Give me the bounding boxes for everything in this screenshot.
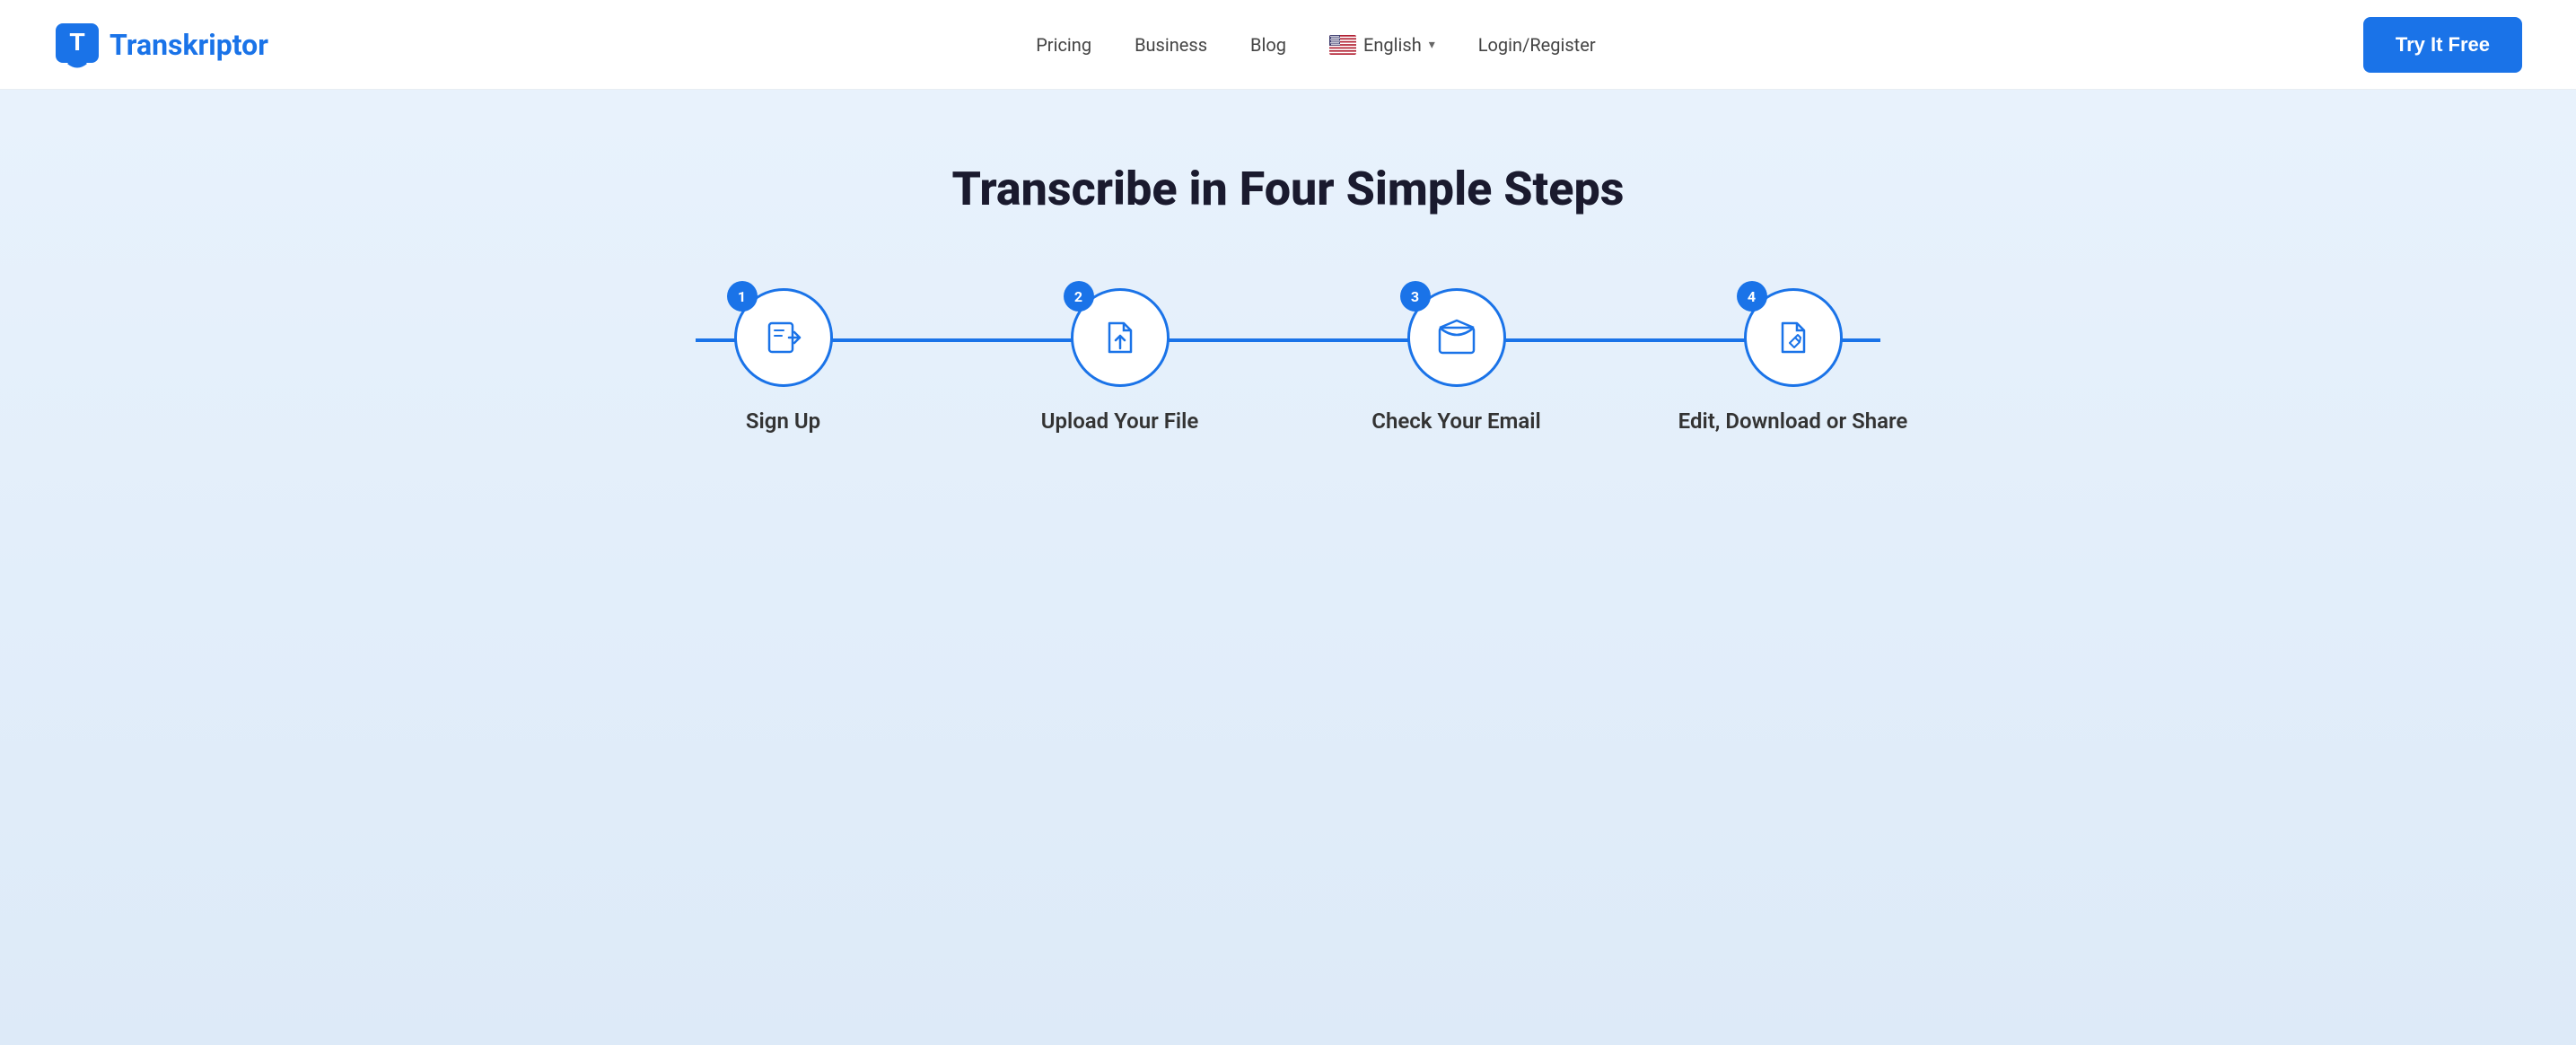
step-4: 4 Edit, Download or Share bbox=[1625, 288, 1961, 434]
step-3-circle-wrapper: 3 bbox=[1407, 288, 1506, 387]
steps-container: 1 Sign Up 2 bbox=[615, 288, 1961, 434]
step-3-label: Check Your Email bbox=[1371, 408, 1540, 434]
step-2-label: Upload Your File bbox=[1041, 408, 1199, 434]
login-register-link[interactable]: Login/Register bbox=[1478, 34, 1596, 56]
step-1: 1 Sign Up bbox=[615, 288, 951, 434]
svg-text:T: T bbox=[69, 28, 84, 56]
step-1-badge: 1 bbox=[727, 281, 758, 312]
logo-text: Transkriptor bbox=[110, 28, 268, 62]
step-4-circle-wrapper: 4 bbox=[1744, 288, 1843, 387]
step-2-circle-wrapper: 2 bbox=[1071, 288, 1170, 387]
sign-in-icon bbox=[762, 316, 805, 359]
logo-icon: T bbox=[54, 22, 101, 68]
logo-area[interactable]: T Transkriptor bbox=[54, 22, 268, 68]
logo-letter-t: T bbox=[110, 28, 127, 62]
edit-document-icon bbox=[1772, 316, 1815, 359]
nav-business[interactable]: Business bbox=[1135, 34, 1207, 56]
try-it-free-button[interactable]: Try It Free bbox=[2363, 17, 2522, 73]
language-selector[interactable]: English ▾ bbox=[1329, 34, 1435, 56]
email-icon bbox=[1434, 315, 1479, 360]
main-content: Transcribe in Four Simple Steps 1 bbox=[0, 90, 2576, 1045]
nav-pricing[interactable]: Pricing bbox=[1036, 34, 1091, 56]
step-1-label: Sign Up bbox=[746, 408, 820, 434]
header: T Transkriptor Pricing Business Blog bbox=[0, 0, 2576, 90]
step-2: 2 Upload Your File bbox=[951, 288, 1288, 434]
nav-blog[interactable]: Blog bbox=[1250, 34, 1286, 56]
chevron-down-icon: ▾ bbox=[1429, 38, 1435, 52]
main-nav: Pricing Business Blog bbox=[1036, 34, 1595, 56]
step-2-badge: 2 bbox=[1064, 281, 1094, 312]
page-title: Transcribe in Four Simple Steps bbox=[952, 162, 1625, 216]
upload-file-icon bbox=[1099, 316, 1142, 359]
us-flag-icon bbox=[1329, 35, 1356, 55]
step-4-label: Edit, Download or Share bbox=[1678, 408, 1908, 434]
step-3: 3 Check Your Email bbox=[1288, 288, 1625, 434]
step-1-circle-wrapper: 1 bbox=[734, 288, 833, 387]
language-label: English bbox=[1363, 34, 1422, 56]
step-4-badge: 4 bbox=[1737, 281, 1767, 312]
step-3-badge: 3 bbox=[1400, 281, 1431, 312]
